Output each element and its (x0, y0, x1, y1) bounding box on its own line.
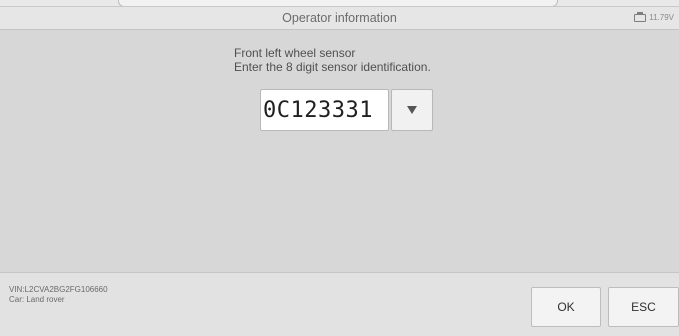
screen: Operator information 11.79V Front left w… (0, 0, 679, 336)
ok-button[interactable]: OK (531, 287, 601, 327)
page-title: Operator information (282, 11, 397, 25)
sensor-id-input[interactable]: 0C123331 (260, 89, 389, 131)
car-label: Car: Land rover (9, 295, 65, 304)
footer: VIN:L2CVA2BG2FG106660 Car: Land rover OK… (0, 272, 679, 336)
esc-button[interactable]: ESC (608, 287, 679, 327)
sensor-location-label: Front left wheel sensor (234, 46, 356, 60)
sensor-id-group: 0C123331 (260, 89, 433, 131)
main-content: Front left wheel sensor Enter the 8 digi… (0, 30, 679, 272)
instruction-label: Enter the 8 digit sensor identification. (234, 60, 431, 74)
chevron-down-icon (407, 106, 417, 114)
vin-label: VIN:L2CVA2BG2FG106660 (9, 285, 108, 294)
dropdown-button[interactable] (391, 89, 433, 131)
prompt: Front left wheel sensor Enter the 8 digi… (234, 46, 431, 74)
battery-icon (634, 11, 647, 22)
vehicle-info: VIN:L2CVA2BG2FG106660 Car: Land rover (9, 285, 108, 305)
battery-voltage: 11.79V (649, 13, 674, 22)
battery-status: 11.79V (634, 11, 674, 22)
title-bar: Operator information 11.79V (0, 6, 679, 30)
